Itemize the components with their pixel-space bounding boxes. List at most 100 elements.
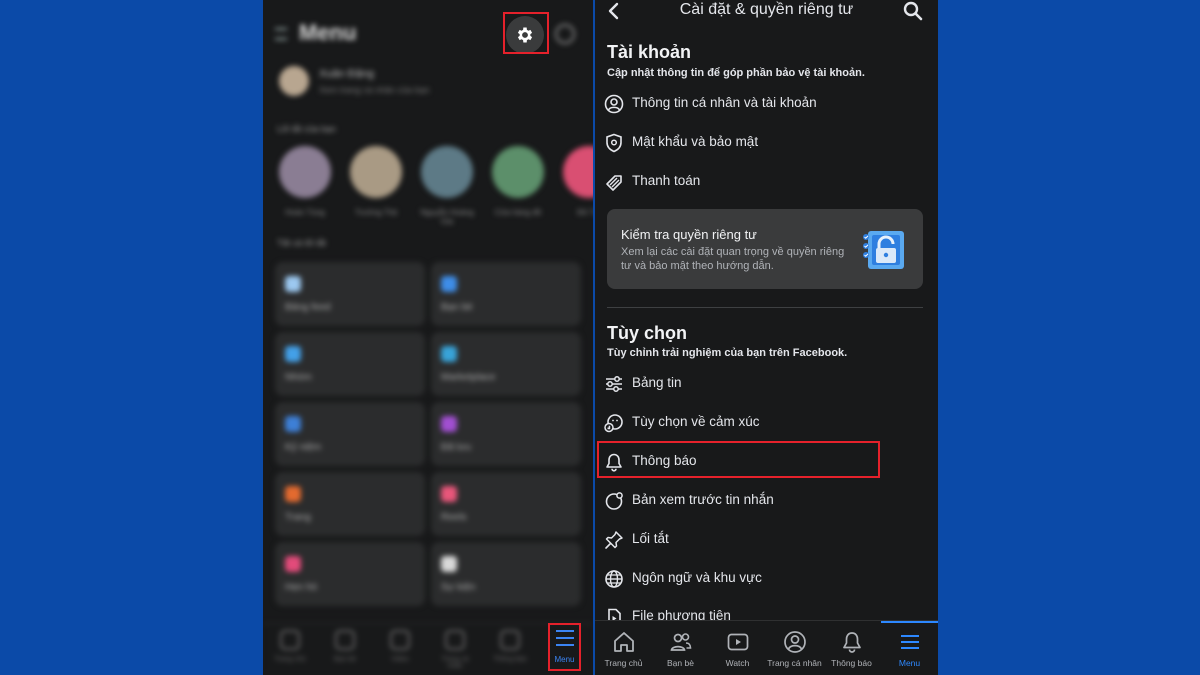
tab-label: Trang chủ (604, 658, 643, 668)
privacy-card-description: Xem lại các cài đặt quan trọng về quyền … (621, 246, 845, 272)
reaction-icon (602, 413, 626, 433)
all-shortcuts-heading: Tất cả lối tắt (277, 238, 327, 248)
story-label: Nguyễn Hoàng Gia (420, 208, 474, 226)
shortcut-card[interactable]: Bạn bè (431, 262, 581, 326)
tab-label: Watch (725, 658, 750, 668)
profile-subtitle: Xem trang cá nhân của bạn (319, 85, 430, 95)
privacy-lock-illustration-icon (863, 231, 904, 269)
menu-icon (901, 635, 919, 649)
shortcut-card[interactable]: Hẹn hò (275, 542, 425, 606)
shortcut-card[interactable]: Marketplace (431, 332, 581, 396)
globe-icon (602, 569, 626, 589)
tab-menu[interactable]: Menu (881, 621, 938, 675)
search-icon[interactable] (555, 24, 575, 44)
page-title: Cài đặt & quyền riêng tư (679, 1, 854, 18)
shortcut-card[interactable]: Trang (275, 472, 425, 536)
tag-icon (602, 172, 626, 192)
story-avatar[interactable] (563, 146, 593, 198)
tab-label: Menu (898, 658, 921, 668)
section-divider (607, 307, 923, 308)
settings-item-label: Thông tin cá nhân và tài khoản (632, 95, 817, 110)
story-label: Trường Thịt (354, 208, 398, 217)
bottom-tab-bar: Trang chủ Bạn bè Watch Trang cá nhân Thô… (595, 620, 938, 675)
settings-item-label: Thanh toán (632, 173, 701, 188)
nav-label: Trang cá nhân (441, 656, 469, 670)
left-bottom-nav: Trang chủ Bạn bè Video Trang cá nhân Thô… (263, 623, 593, 675)
privacy-card-title: Kiểm tra quyền riêng tư (621, 227, 757, 242)
profile-icon (784, 631, 806, 653)
tab-home[interactable]: Trang chủ (595, 621, 652, 675)
account-section-subtitle: Cập nhật thông tin để góp phần bảo vệ tà… (607, 67, 865, 79)
story-avatar[interactable] (492, 146, 544, 198)
settings-item-payments[interactable]: Thanh toán (599, 164, 929, 200)
account-section-title: Tài khoản (607, 42, 692, 62)
story-label: Cửa hàng đồ (494, 208, 542, 217)
story-label: Đô Tài (577, 208, 593, 217)
settings-item-password-security[interactable]: Mật khẩu và bảo mật (599, 125, 929, 161)
settings-item-language-region[interactable]: Ngôn ngữ và khu vực (599, 561, 929, 597)
notifications-highlight-box (597, 441, 880, 478)
pin-icon (602, 530, 626, 550)
settings-item-label: Ngôn ngữ và khu vực (632, 570, 762, 585)
left-phone-screen: Menu Xuân Đặng Xem trang cá nhân của bạn… (263, 0, 593, 675)
sliders-icon (602, 374, 626, 394)
settings-item-shortcuts[interactable]: Lối tắt (599, 522, 929, 558)
story-label: Hoàn Tùng (285, 208, 325, 217)
shortcut-card[interactable]: Sự kiện (431, 542, 581, 606)
shortcut-card[interactable]: Đã lưu (431, 402, 581, 466)
tab-watch[interactable]: Watch (709, 621, 766, 675)
nav-label: Trang chủ (274, 656, 306, 663)
settings-item-personal-info[interactable]: Thông tin cá nhân và tài khoản (599, 86, 929, 122)
right-phone-screen: Cài đặt & quyền riêng tư Tài khoản Cập n… (595, 0, 938, 675)
blurred-menu-content: Menu Xuân Đặng Xem trang cá nhân của bạn… (263, 0, 593, 675)
friends-icon (670, 633, 692, 651)
search-icon[interactable] (903, 1, 923, 21)
shortcut-card[interactable]: Kỷ niệm (275, 402, 425, 466)
tab-label: Bạn bè (667, 658, 694, 668)
menu-highlight-box (548, 623, 581, 671)
bell-icon (843, 632, 861, 653)
settings-header: Cài đặt & quyền riêng tư (595, 0, 938, 22)
tab-label: Trang cá nhân (767, 658, 822, 668)
profile-name[interactable]: Xuân Đặng (319, 68, 374, 80)
settings-item-label: Bảng tin (632, 375, 682, 390)
shortcut-card[interactable]: Reels (431, 472, 581, 536)
nav-icon[interactable] (500, 630, 520, 650)
settings-item-message-preview[interactable]: Bản xem trước tin nhắn (599, 483, 929, 519)
nav-label: Thông báo (493, 656, 527, 663)
tab-label: Thông báo (831, 658, 872, 668)
person-circle-icon (602, 94, 626, 114)
menu-title: Menu (299, 20, 357, 45)
shortcut-card[interactable]: Bảng feed (275, 262, 425, 326)
nav-icon[interactable] (445, 630, 465, 650)
nav-label: Video (391, 656, 409, 663)
story-avatar[interactable] (350, 146, 402, 198)
nav-label: Bạn bè (333, 656, 357, 663)
shortcut-card[interactable]: Nhóm (275, 332, 425, 396)
shield-icon (602, 133, 626, 153)
settings-item-label: Mật khẩu và bảo mật (632, 134, 759, 149)
settings-item-label: Tùy chọn về cảm xúc (632, 414, 760, 429)
settings-item-label: Bản xem trước tin nhắn (632, 492, 774, 507)
nav-icon[interactable] (335, 630, 355, 650)
gear-highlight-box (503, 12, 549, 54)
hamburger-icon (275, 28, 287, 40)
tab-notifications[interactable]: Thông báo (823, 621, 880, 675)
settings-item-reactions[interactable]: Tùy chọn về cảm xúc (599, 405, 929, 441)
tab-profile[interactable]: Trang cá nhân (766, 621, 823, 675)
watch-icon (727, 633, 749, 651)
avatar[interactable] (279, 66, 309, 96)
preferences-section-title: Tùy chọn (607, 323, 687, 343)
story-avatar[interactable] (279, 146, 331, 198)
settings-item-label: Lối tắt (632, 531, 669, 546)
preferences-section-subtitle: Tùy chỉnh trải nghiệm của bạn trên Faceb… (607, 347, 848, 359)
message-preview-icon (602, 491, 626, 511)
tab-friends[interactable]: Bạn bè (652, 621, 709, 675)
nav-icon[interactable] (280, 630, 300, 650)
home-icon (614, 632, 634, 652)
privacy-checkup-card[interactable]: Kiểm tra quyền riêng tư Xem lại các cài … (607, 209, 923, 289)
shortcuts-heading: Lối tắt của bạn (277, 124, 337, 134)
nav-icon[interactable] (390, 630, 410, 650)
story-avatar[interactable] (421, 146, 473, 198)
settings-item-news-feed[interactable]: Bảng tin (599, 366, 929, 402)
